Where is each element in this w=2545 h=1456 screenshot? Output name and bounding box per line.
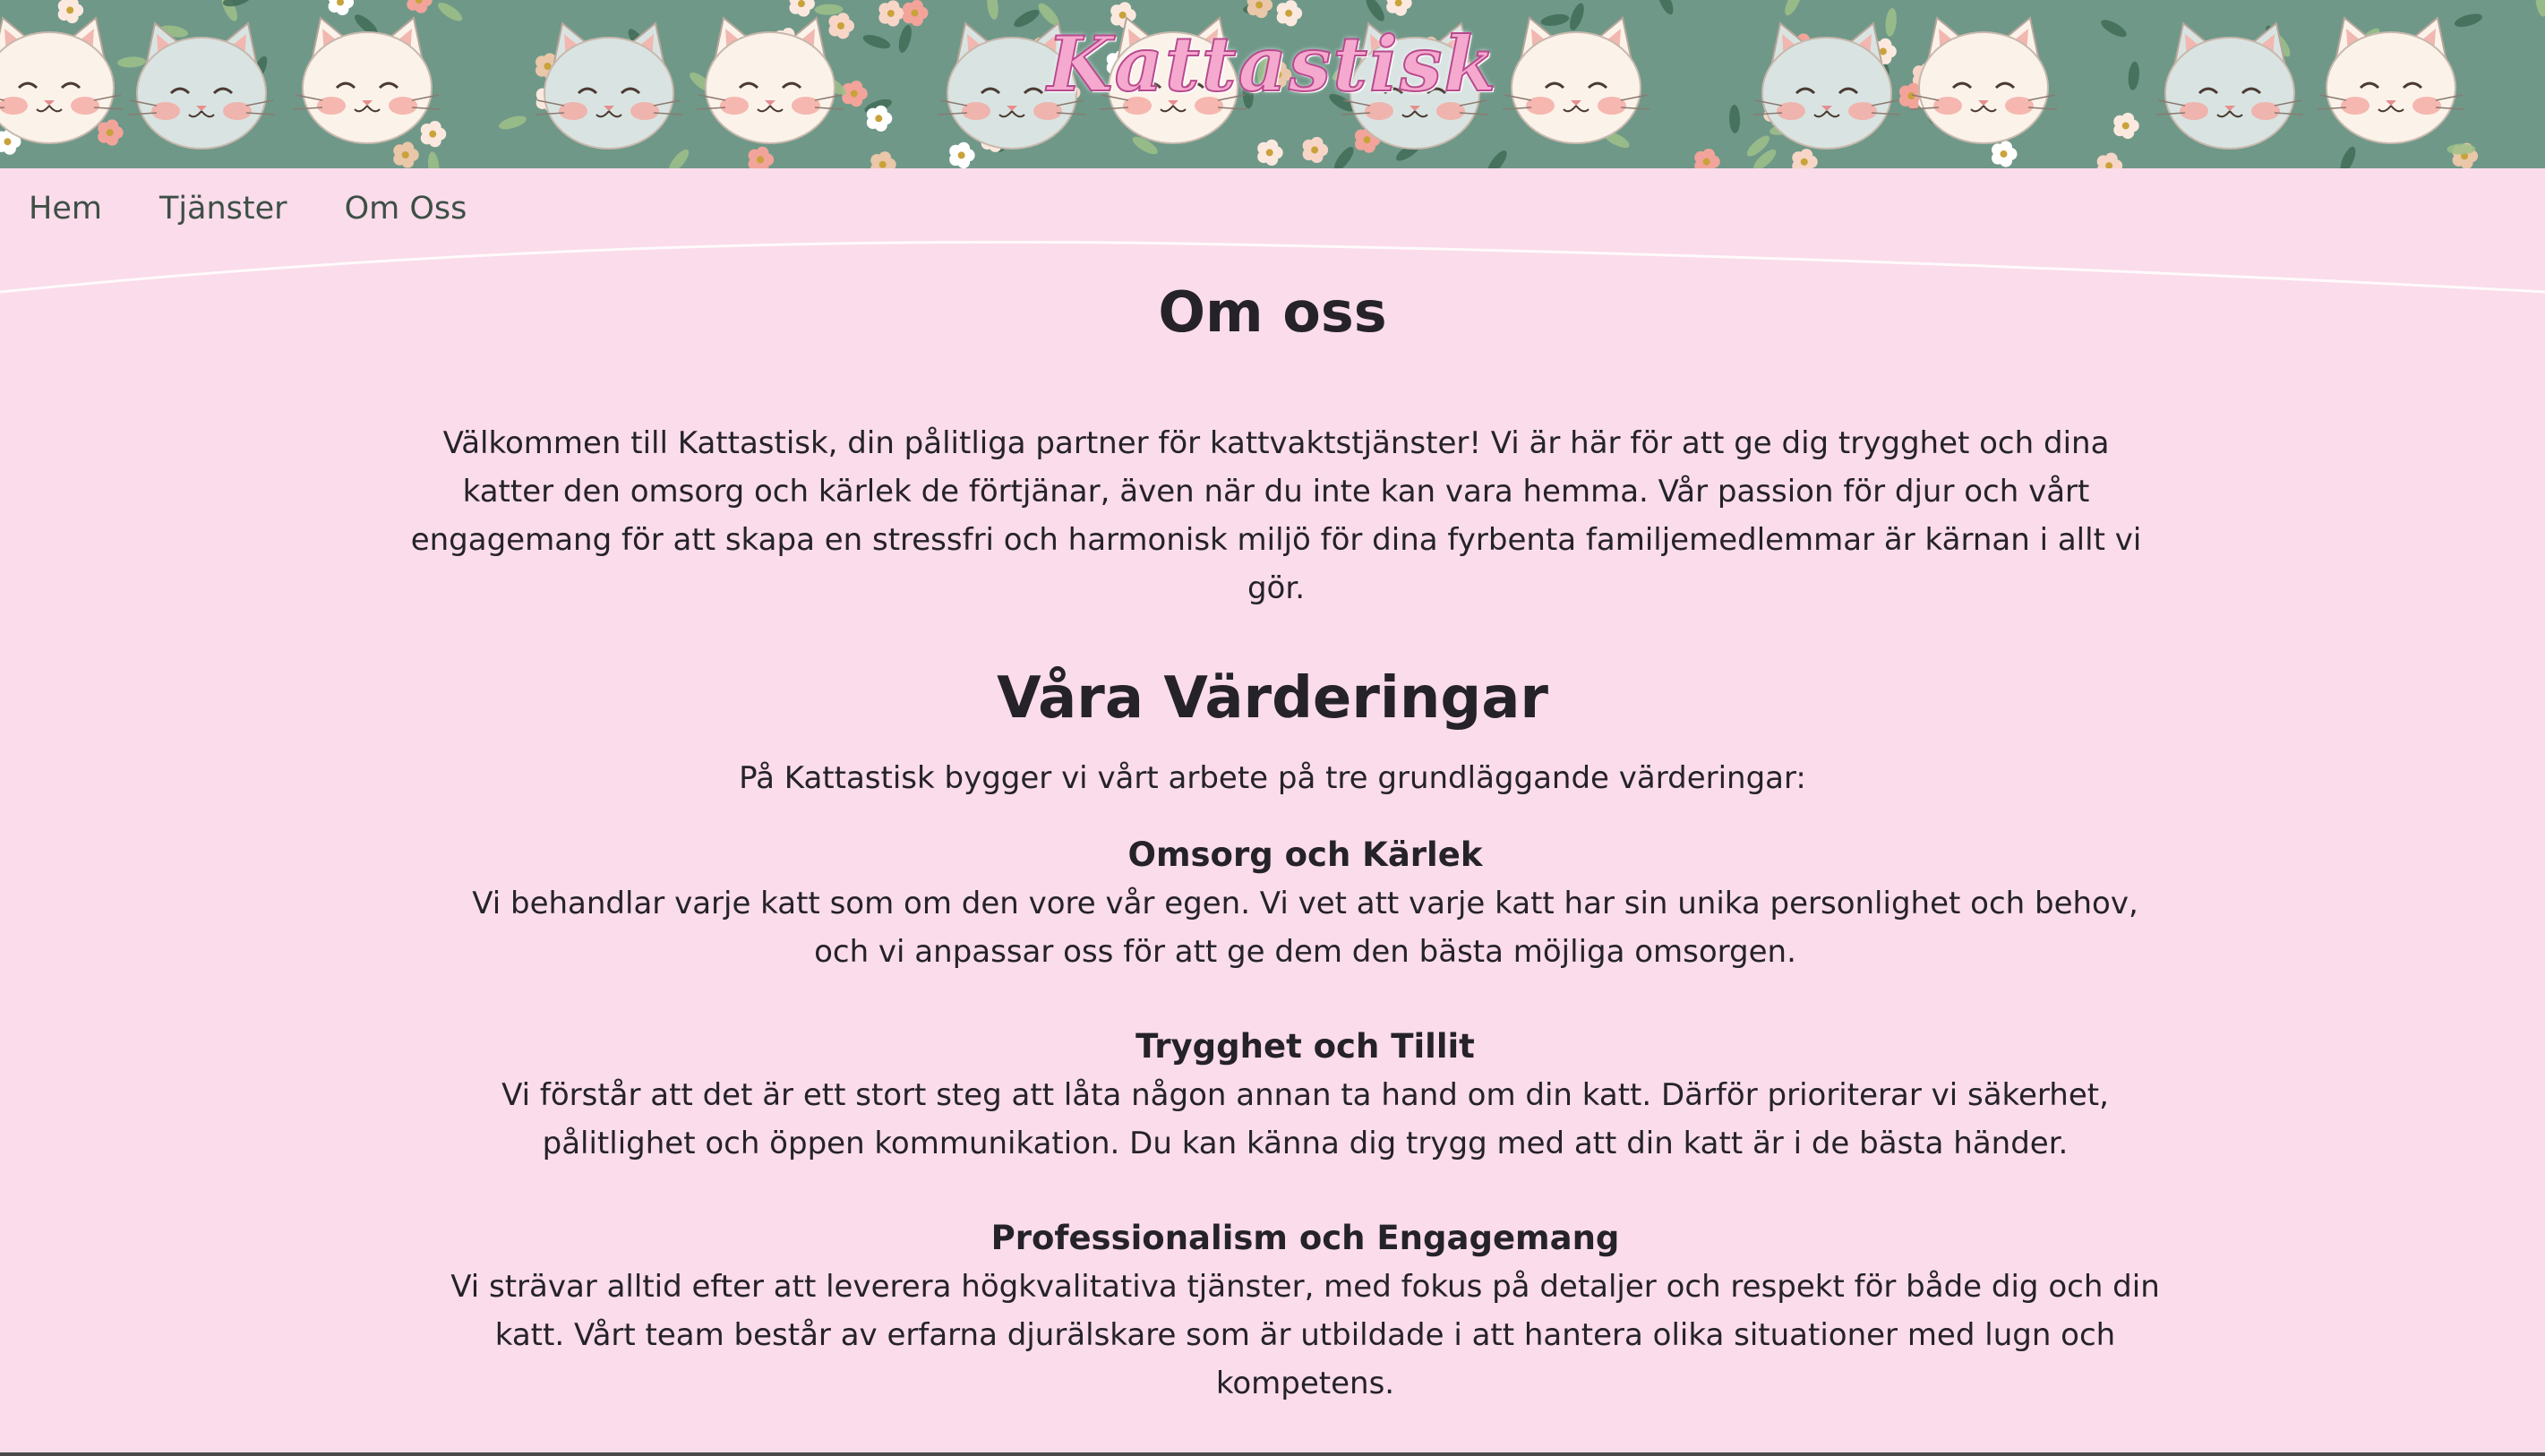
nav-item-tjanster[interactable]: Tjänster bbox=[159, 193, 287, 225]
bottom-border bbox=[0, 1452, 2545, 1456]
value-omsorg: Omsorg och Kärlek Vi behandlar varje kat… bbox=[448, 831, 2163, 976]
nav-item-om-oss[interactable]: Om Oss bbox=[345, 193, 467, 225]
page-title: Om oss bbox=[1158, 279, 1387, 345]
nav-item-hem[interactable]: Hem bbox=[29, 193, 102, 225]
value-professionalism: Professionalism och Engagemang Vi sträva… bbox=[448, 1214, 2163, 1408]
value-text: Vi strävar alltid efter att leverera hög… bbox=[450, 1269, 2160, 1401]
value-trygghet: Trygghet och Tillit Vi förstår att det ä… bbox=[448, 1023, 2163, 1168]
header-banner: Kattastisk bbox=[0, 0, 2545, 168]
values-heading: Våra Värderingar bbox=[997, 665, 1548, 732]
value-heading: Omsorg och Kärlek bbox=[1127, 835, 1483, 874]
value-text: Vi behandlar varje katt som om den vore … bbox=[472, 886, 2138, 970]
value-text: Vi förstår att det är ett stort steg att… bbox=[501, 1077, 2109, 1161]
value-heading: Professionalism och Engagemang bbox=[990, 1219, 1620, 1257]
values-intro: På Kattastisk bygger vi vårt arbete på t… bbox=[739, 760, 1806, 796]
main-nav: Hem Tjänster Om Oss bbox=[0, 168, 2545, 249]
site-logo-title[interactable]: Kattastisk bbox=[0, 26, 2545, 103]
value-heading: Trygghet och Tillit bbox=[1135, 1027, 1475, 1066]
intro-paragraph: Välkommen till Kattastisk, din pålitliga… bbox=[410, 425, 2142, 606]
